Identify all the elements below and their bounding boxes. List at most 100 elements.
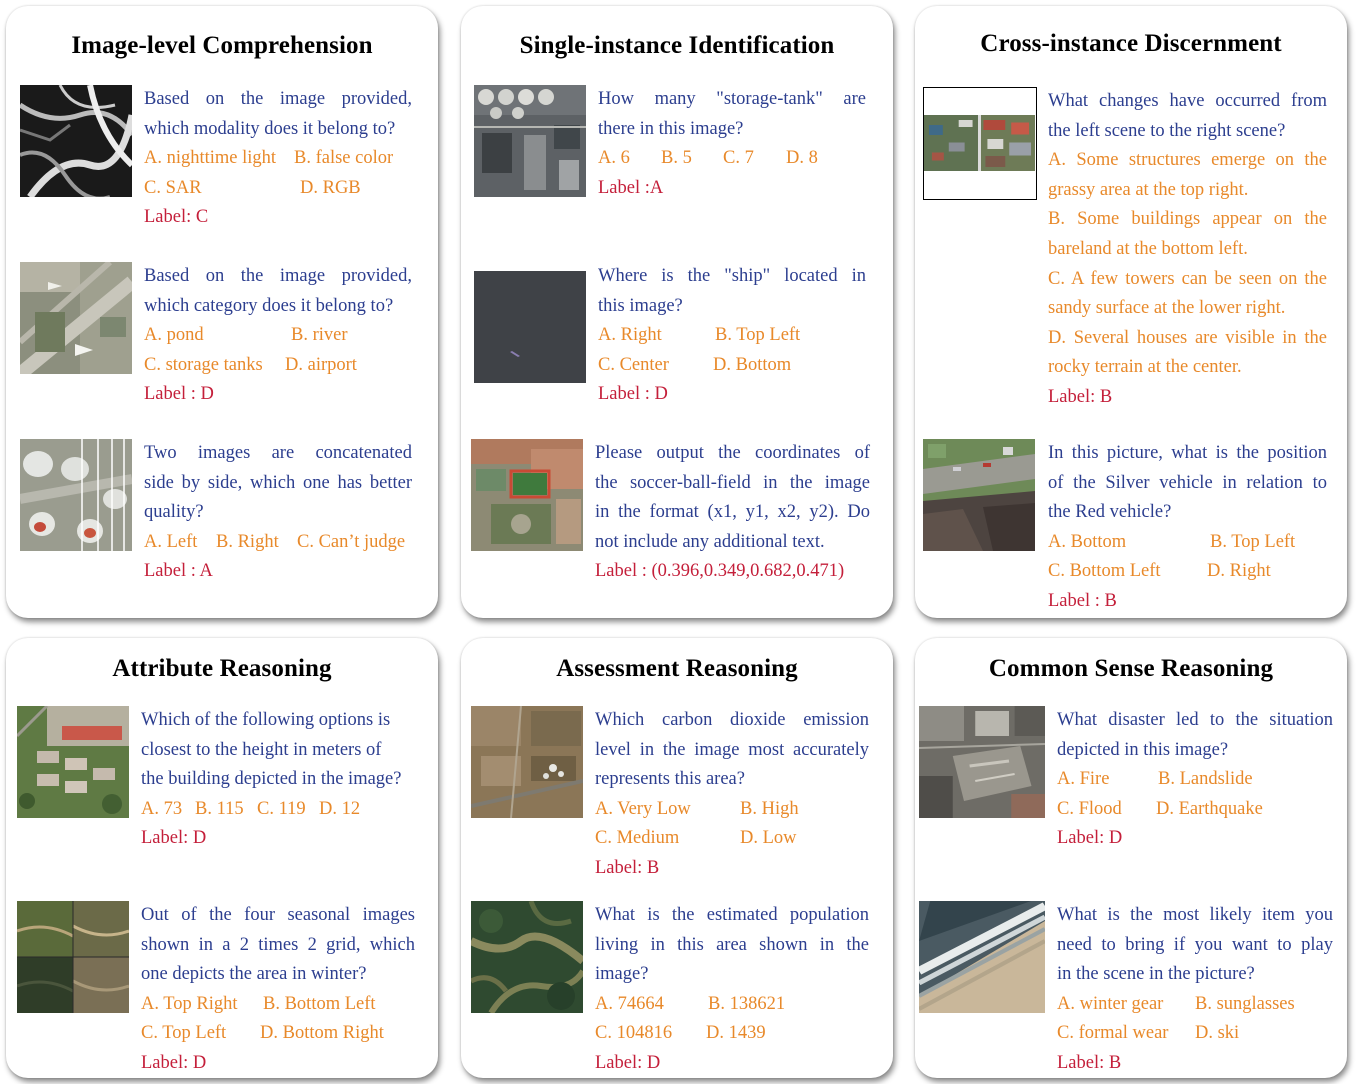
- options-row: A. winter gear B. sunglasses: [1057, 990, 1333, 1020]
- answer-label: Label : (0.396,0.349,0.682,0.471): [595, 561, 845, 582]
- answer-label: Label : D: [144, 384, 214, 405]
- option: C. storage tanks: [144, 354, 263, 375]
- option: D. 12: [319, 798, 361, 819]
- question-line: What changes have occurred from: [1048, 91, 1327, 111]
- question-line: Two images are concatenated: [144, 443, 412, 463]
- option: B. Top Left: [1210, 531, 1296, 552]
- sample-item: Which of the following options is closes…: [17, 706, 432, 866]
- option: B. river: [291, 325, 348, 346]
- option: C. 119: [257, 798, 306, 819]
- option-line: C. A few towers can be seen on the: [1048, 268, 1327, 289]
- answer-label: Label : B: [1048, 590, 1117, 611]
- question-line: Where is the "ship" located in: [598, 266, 866, 286]
- answer-label: Label :A: [598, 177, 664, 198]
- question-block: What is the estimated population living …: [595, 901, 869, 1079]
- sample-item: Out of the four seasonal images shown in…: [17, 901, 432, 1073]
- question-line: In this picture, what is the position: [1048, 443, 1327, 463]
- question-block: In this picture, what is the position of…: [1048, 439, 1327, 617]
- option: D. airport: [285, 354, 357, 375]
- option-line: D. Several houses are visible in the: [1048, 327, 1327, 348]
- seasonal-grid-thumbnail: [17, 901, 129, 1013]
- options-row: A. Bottom B. Top Left: [1048, 528, 1327, 558]
- question-line: Which of the following options is: [141, 710, 391, 730]
- question-line: there in this image?: [598, 118, 744, 139]
- option: C. Center: [598, 354, 669, 375]
- question-line: quality?: [144, 502, 204, 523]
- option: B. Bottom Left: [263, 993, 376, 1014]
- question-line: in the format (x1, y1, x2, y2). Do: [595, 502, 870, 523]
- options-row: C. Medium D. Low: [595, 824, 869, 854]
- option: D. Bottom Right: [260, 1023, 384, 1044]
- question-line: What is the most likely item you: [1057, 905, 1333, 925]
- option: B. 115: [195, 798, 244, 819]
- sample-item: In this picture, what is the position of…: [923, 439, 1343, 611]
- option: C. 7: [723, 148, 754, 169]
- option: D. ski: [1195, 1023, 1240, 1044]
- option: D. 8: [786, 148, 818, 169]
- options-row: C. Bottom Left D. Right: [1048, 557, 1327, 587]
- question-line: depicted in this image?: [1057, 739, 1229, 760]
- option: D. Bottom: [713, 354, 792, 375]
- options-row: A. Top Right B. Bottom Left: [141, 990, 415, 1020]
- option: C. Medium: [595, 828, 680, 849]
- option: C. formal wear: [1057, 1023, 1169, 1044]
- question-block: Based on the image provided, which modal…: [144, 85, 412, 233]
- question-block: Which carbon dioxide emission level in t…: [595, 706, 869, 884]
- option: D. Right: [1207, 561, 1271, 582]
- option-line: sandy surface at the lower right.: [1048, 298, 1286, 319]
- option-line: A. Some structures emerge on the: [1048, 150, 1327, 171]
- option: B. 138621: [708, 993, 786, 1014]
- question-line: image?: [595, 964, 649, 985]
- option: C. 104816: [595, 1023, 673, 1044]
- question-line: which category does it belong to?: [144, 295, 394, 316]
- option: C. Can’t judge: [297, 531, 406, 552]
- question-line: not include any additional text.: [595, 531, 825, 552]
- question-line: the left scene to the right scene?: [1048, 120, 1286, 141]
- sample-item: Please output the coordinates of the soc…: [471, 439, 886, 599]
- option: B. sunglasses: [1195, 993, 1295, 1014]
- option: A. Top Right: [141, 993, 238, 1014]
- sample-item: What is the most likely item you need to…: [919, 901, 1343, 1073]
- option: A. Very Low: [595, 798, 691, 819]
- question-line: in the scene in the picture?: [1057, 964, 1255, 985]
- options-row: A. 74664 B. 138621: [595, 990, 869, 1020]
- sample-item: Based on the image provided, which categ…: [20, 262, 430, 422]
- options-row: C. Top Left D. Bottom Right: [141, 1019, 415, 1049]
- question-line: How many "storage-tank" are: [598, 89, 866, 109]
- disaster-thumbnail: [919, 706, 1045, 818]
- panel-common-sense-reasoning: Common Sense Reasoning What disaster led…: [915, 638, 1347, 1078]
- option: B. false color: [294, 148, 394, 169]
- option: B. Landslide: [1158, 769, 1253, 790]
- panel-title: Image-level Comprehension: [71, 32, 373, 59]
- panel-cross-instance-discernment: Cross-instance Discernment What changes …: [915, 6, 1347, 618]
- options-row: C. formal wear D. ski: [1057, 1019, 1333, 1049]
- option: A. Bottom: [1048, 531, 1127, 552]
- co2-emission-thumbnail: [471, 706, 583, 818]
- airport-thumbnail: [20, 262, 132, 374]
- question-block: How many "storage-tank" are there in thi…: [598, 85, 866, 203]
- options-row: A. 6 B. 5 C. 7 D. 8: [598, 144, 866, 174]
- sample-item: Based on the image provided, which modal…: [20, 85, 430, 245]
- question-line: Out of the four seasonal images: [141, 905, 415, 925]
- option: A. Left: [144, 531, 198, 552]
- answer-label: Label: B: [1048, 386, 1113, 407]
- answer-label: Label: D: [141, 828, 207, 849]
- option: A. pond: [144, 325, 204, 346]
- options-row: C. Center D. Bottom: [598, 351, 866, 381]
- option: A. Fire: [1057, 769, 1110, 790]
- question-line: need to bring if you want to play: [1057, 934, 1333, 955]
- sample-item: How many "storage-tank" are there in thi…: [474, 85, 884, 245]
- answer-label: Label: C: [144, 207, 209, 228]
- options-row: A. Fire B. Landslide: [1057, 765, 1333, 795]
- option: C. SAR: [144, 177, 202, 198]
- question-line: the soccer-ball-field in the image: [595, 472, 870, 493]
- answer-label: Label: D: [141, 1052, 207, 1073]
- question-block: Two images are concatenated side by side…: [144, 439, 412, 587]
- question-line: side by side, which one has better: [144, 472, 412, 493]
- panel-title: Single-instance Identification: [519, 32, 835, 59]
- question-line: the building depicted in the image?: [141, 769, 402, 790]
- question-block: What changes have occurred from the left…: [1048, 87, 1327, 413]
- option-line: rocky terrain at the center.: [1048, 357, 1242, 378]
- options-row: C. storage tanks D. airport: [144, 351, 412, 381]
- option: B. 5: [661, 148, 692, 169]
